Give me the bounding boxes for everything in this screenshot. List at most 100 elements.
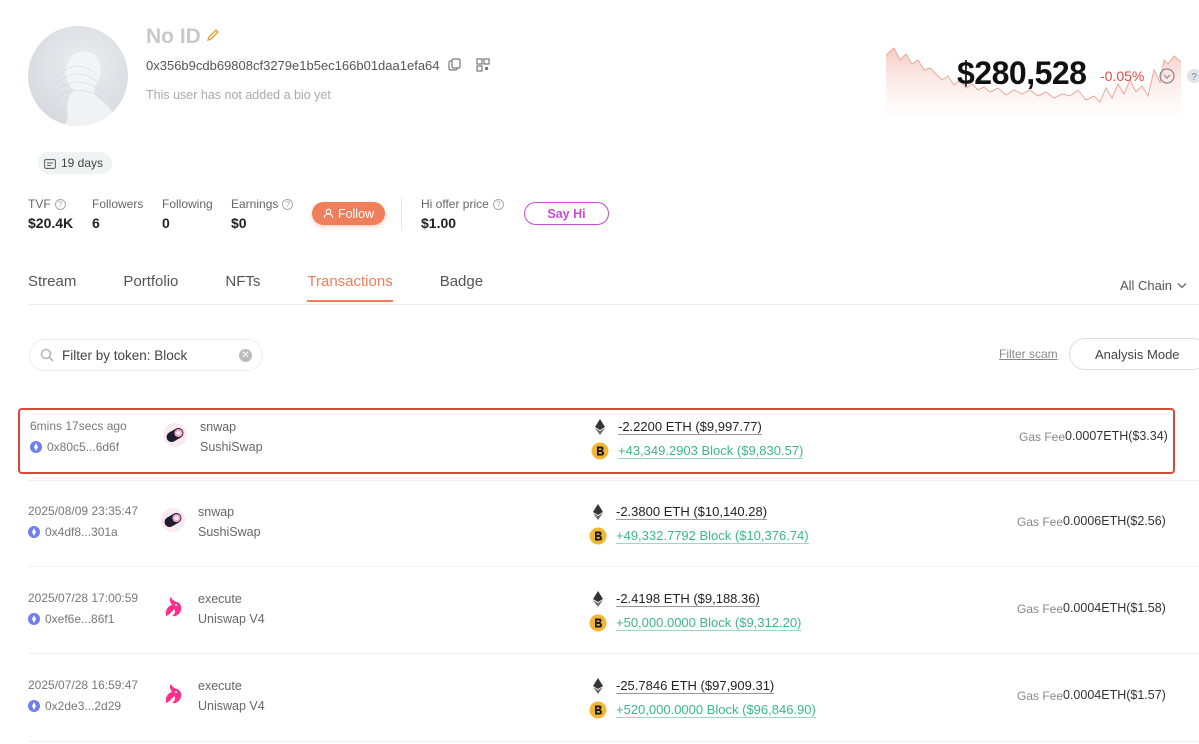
tx-hash: 0x80c5...6d6f	[47, 440, 120, 454]
gas-fee-value: 0.0007ETH($3.34)	[1065, 429, 1168, 443]
tx-token-out[interactable]: -2.3800 ETH ($10,140.28)	[616, 505, 768, 520]
token-filter-value: Filter by token: Block	[62, 347, 188, 363]
tx-hash: 0x2de3...2d29	[45, 699, 122, 713]
user-icon	[323, 208, 334, 219]
qr-code-icon[interactable]	[476, 58, 490, 72]
block-token-icon	[591, 442, 609, 460]
tx-protocol[interactable]: SushiSwap	[200, 440, 263, 454]
tx-hash-link[interactable]: 0x80c5...6d6f	[30, 440, 119, 454]
tx-token-in[interactable]: +520,000.0000 Block ($96,846.90)	[616, 703, 816, 718]
row-divider	[28, 653, 1199, 654]
avatar	[28, 26, 128, 126]
stat-following-value: 0	[162, 215, 170, 231]
help-icon[interactable]: ?	[492, 198, 504, 210]
tab-stream[interactable]: Stream	[28, 273, 76, 302]
stat-following[interactable]: Following 0	[162, 197, 213, 231]
transaction-row[interactable]: 6mins 17secs ago 0x80c5...6d6f snwap Sus…	[18, 408, 1175, 474]
stats-divider	[401, 198, 402, 230]
tab-badge[interactable]: Badge	[440, 273, 483, 302]
tx-hash-link[interactable]: 0xef6e...86f1	[28, 612, 114, 626]
search-icon	[40, 348, 54, 362]
tx-hash-link[interactable]: 0x2de3...2d29	[28, 699, 121, 713]
profile-tabs: Stream Portfolio NFTs Transactions Badge	[28, 273, 530, 302]
help-icon[interactable]: ?	[54, 198, 66, 210]
stat-tvf: TVF? $20.4K	[28, 197, 73, 231]
tabs-divider	[28, 304, 1199, 305]
chain-select[interactable]: All Chain	[1120, 278, 1187, 293]
gas-fee-label: Gas Fee	[1017, 515, 1064, 529]
tx-hash-link[interactable]: 0x4df8...301a	[28, 525, 118, 539]
tx-hash: 0xef6e...86f1	[45, 612, 115, 626]
uniswap-icon	[160, 594, 186, 620]
follow-button[interactable]: Follow	[312, 202, 385, 225]
stat-tvf-label: TVF	[28, 197, 51, 211]
stat-earnings-label: Earnings	[231, 197, 279, 211]
tx-protocol[interactable]: Uniswap V4	[198, 699, 265, 713]
networth-change: -0.05%	[1100, 68, 1145, 84]
tx-method: execute	[198, 679, 242, 693]
ethereum-chain-icon	[28, 613, 40, 625]
tx-token-out[interactable]: -25.7846 ETH ($97,909.31)	[616, 679, 775, 694]
copy-icon[interactable]	[448, 58, 462, 72]
help-icon[interactable]: ?	[1186, 68, 1199, 84]
tx-token-in[interactable]: +50,000.0000 Block ($9,312.20)	[616, 616, 802, 631]
transaction-row[interactable]: 2025/07/28 17:00:59 0xef6e...86f1 execut…	[18, 582, 1199, 648]
edit-pencil-icon[interactable]	[206, 28, 220, 42]
stat-hi-offer-value: $1.00	[421, 215, 457, 231]
ethereum-chain-icon	[28, 526, 40, 538]
stat-tvf-value: $20.4K	[28, 215, 74, 231]
eth-token-icon	[593, 504, 603, 520]
days-badge-label: 19 days	[61, 156, 104, 170]
tx-protocol[interactable]: Uniswap V4	[198, 612, 265, 626]
ethereum-chain-icon	[30, 441, 42, 453]
stat-hi-offer-label: Hi offer price	[421, 197, 489, 211]
transaction-row[interactable]: 2025/08/09 23:35:47 0x4df8...301a snwap …	[18, 495, 1199, 561]
uniswap-icon	[160, 681, 186, 707]
avatar-silhouette-icon	[51, 51, 118, 126]
sushiswap-icon	[160, 507, 186, 533]
tx-token-in[interactable]: +49,332.7792 Block ($10,376.74)	[616, 529, 809, 544]
clear-icon[interactable]: ✕	[239, 348, 252, 362]
row-divider	[28, 741, 1199, 742]
tx-protocol[interactable]: SushiSwap	[198, 525, 261, 539]
tx-token-in[interactable]: +43,349.2903 Block ($9,830.57)	[618, 444, 804, 459]
tx-time: 6mins 17secs ago	[30, 419, 127, 433]
stat-following-label: Following	[162, 197, 213, 211]
row-divider	[28, 480, 1199, 481]
chevron-down-circle-icon[interactable]	[1159, 68, 1175, 84]
tab-portfolio[interactable]: Portfolio	[123, 273, 178, 302]
tx-token-out[interactable]: -2.4198 ETH ($9,188.36)	[616, 592, 760, 607]
gas-fee-value: 0.0006ETH($2.56)	[1063, 514, 1166, 528]
stat-earnings: Earnings? $0	[231, 197, 294, 231]
tx-time: 2025/07/28 17:00:59	[28, 591, 139, 605]
svg-text:?: ?	[1191, 72, 1197, 83]
help-icon[interactable]: ?	[282, 198, 294, 210]
filter-scam-link[interactable]: Filter scam	[999, 347, 1058, 361]
gas-fee-value: 0.0004ETH($1.57)	[1063, 688, 1166, 702]
say-hi-button[interactable]: Say Hi	[524, 202, 609, 225]
stat-earnings-value: $0	[231, 215, 247, 231]
days-badge: 19 days	[38, 152, 113, 174]
tab-transactions[interactable]: Transactions	[307, 273, 394, 302]
tx-method: snwap	[200, 420, 237, 434]
stat-hi-offer-price: Hi offer price? $1.00	[421, 197, 504, 231]
ethereum-chain-icon	[28, 700, 40, 712]
block-token-icon	[589, 527, 607, 545]
chevron-down-icon	[1177, 283, 1187, 289]
analysis-mode-button[interactable]: Analysis Mode	[1069, 338, 1199, 370]
transaction-row[interactable]: 2025/07/28 16:59:47 0x2de3...2d29 execut…	[18, 669, 1199, 735]
networth-value: $280,528	[957, 55, 1087, 91]
gas-fee-label: Gas Fee	[1017, 602, 1064, 616]
tx-hash: 0x4df8...301a	[45, 525, 118, 539]
tx-token-out[interactable]: -2.2200 ETH ($9,997.77)	[618, 420, 762, 435]
tx-time: 2025/08/09 23:35:47	[28, 504, 139, 518]
wallet-address: 0x356b9cdb69808cf3279e1b5ec166b01daa1efa…	[146, 58, 440, 73]
token-filter-input[interactable]: Filter by token: Block ✕	[29, 339, 263, 371]
tx-method: snwap	[198, 505, 235, 519]
stat-followers-value: 6	[92, 215, 100, 231]
stat-followers[interactable]: Followers 6	[92, 197, 143, 231]
tab-nfts[interactable]: NFTs	[225, 273, 260, 302]
gas-fee-label: Gas Fee	[1019, 430, 1066, 444]
eth-token-icon	[593, 678, 603, 694]
stat-followers-label: Followers	[92, 197, 144, 211]
